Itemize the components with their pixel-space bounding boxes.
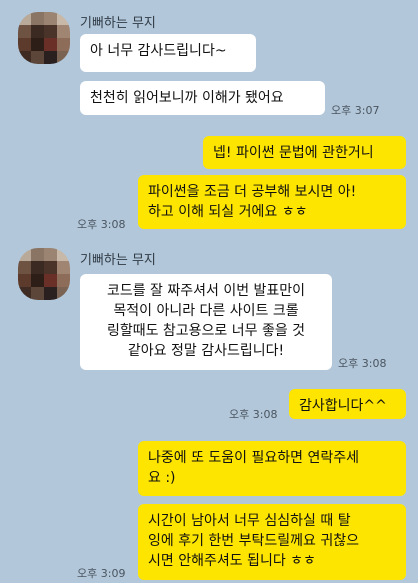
sender-name: 기뻐하는 무지 [80,16,156,31]
message-time: 오후 3:08 [229,408,278,421]
avatar[interactable] [18,12,70,64]
outgoing-message: 시간이 남아서 너무 심심하실 때 탈 잉에 후기 한번 부탁드릴께요 귀찮으 … [138,504,406,580]
outgoing-message: 파이썬을 조금 더 공부해 보시면 아! 하고 이해 되실 거에요 ㅎㅎ [138,175,406,229]
message-time: 오후 3:07 [331,104,380,117]
incoming-message: 코드를 잘 짜주셔서 이번 발표만이 목적이 아니라 다른 사이트 크롤 링할때… [80,274,332,370]
avatar[interactable] [18,248,70,300]
message-time: 오후 3:09 [77,567,126,580]
message-time: 오후 3:08 [338,357,387,370]
incoming-message: 아 너무 감사드립니다~ [80,34,256,72]
message-time: 오후 3:08 [77,218,126,231]
outgoing-message: 넵! 파이썬 문법에 관한거니 [203,136,406,169]
sender-name: 기뻐하는 무지 [80,253,156,268]
incoming-message: 천천히 읽어보니까 이해가 됐어요 [80,81,325,115]
outgoing-message: 나중에 또 도움이 필요하면 연락주세 요 :) [138,441,406,496]
outgoing-message: 감사합니다^^ [289,389,406,419]
